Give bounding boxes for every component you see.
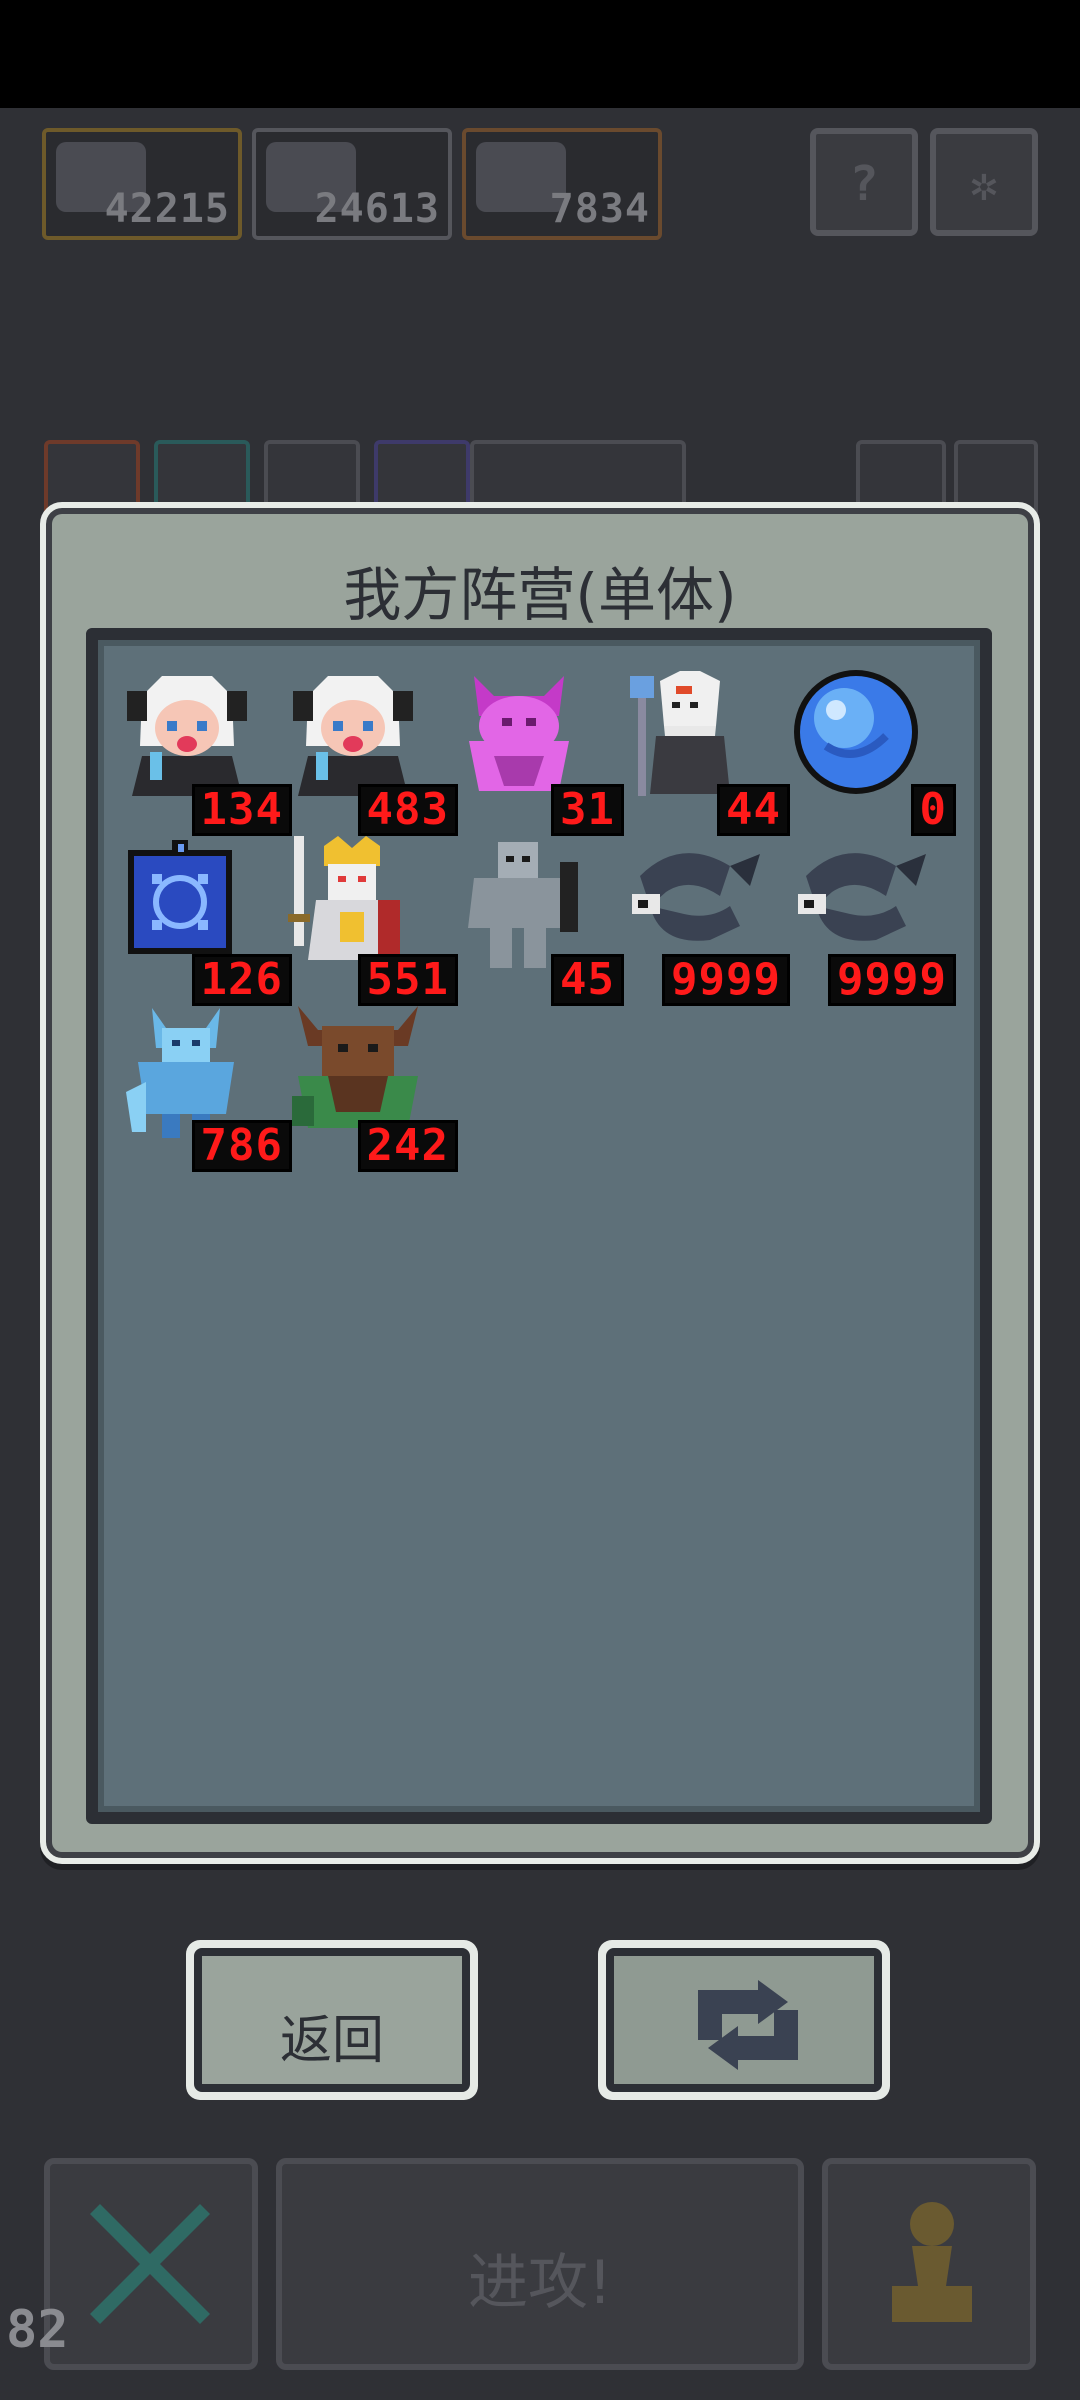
unit-count: 9999 [662,954,790,1006]
unit-card[interactable]: 126 [122,836,292,1006]
unit-card[interactable]: 786 [122,1002,292,1172]
close-icon [90,2204,210,2324]
unit-count: 551 [357,954,458,1006]
resource-chip-2: 24613 [252,128,452,240]
attack-label: 进攻! [467,2248,613,2318]
unit-count: 786 [191,1120,292,1172]
game-screen: 42215 24613 7834 ? ✲ 我方阵营(单体) 134 483 31… [0,0,1080,2400]
unit-card[interactable]: 44 [620,666,790,836]
dark-serpent-icon [632,853,760,941]
dark-serpent-icon [798,853,926,941]
unit-count: 45 [551,954,624,1006]
unit-count: 242 [357,1120,458,1172]
resource-value: 42215 [104,186,230,232]
fps-counter: 82 [6,2300,69,2360]
unit-count: 44 [717,784,790,836]
modal-title: 我方阵营(单体) [343,561,737,629]
unit-count: 483 [357,784,458,836]
unit-count: 0 [910,784,956,836]
unit-count: 134 [191,784,292,836]
unit-card[interactable]: 31 [454,666,624,836]
purple-demon-icon [469,676,569,791]
unit-card[interactable]: 9999 [786,836,956,1006]
back-button-label: 返回 [279,2011,384,2071]
resource-value: 24613 [314,186,440,232]
resource-value: 7834 [549,186,650,232]
swap-button[interactable] [598,1940,890,2100]
unit-card[interactable]: 134 [122,666,292,836]
unit-grid: 134 483 31 44 0 126 551 45 9999 9999 786… [86,628,992,1824]
unit-card[interactable]: 9999 [620,836,790,1006]
team-modal: 我方阵营(单体) 134 483 31 44 0 126 551 45 9999… [40,502,1040,1864]
settings-button[interactable]: ✲ [930,128,1038,236]
status-bar [0,0,1080,108]
resource-chip-1: 42215 [42,128,242,240]
back-button[interactable]: 返回 [186,1940,478,2100]
unit-card[interactable]: 242 [288,1002,458,1172]
white-haired-girl-icon [293,676,413,796]
blue-banner-icon [128,840,232,954]
refresh-icon [698,1980,798,2070]
unit-count: 126 [191,954,292,1006]
unit-count: 31 [551,784,624,836]
unit-card[interactable]: 551 [288,836,458,1006]
white-mask-mage-icon [630,671,730,796]
help-button[interactable]: ? [810,128,918,236]
blue-orb-icon [794,670,918,794]
attack-button[interactable]: 进攻! [276,2158,804,2370]
unit-count: 9999 [828,954,956,1006]
gear-icon: ✲ [969,156,999,212]
unit-card[interactable]: 0 [786,666,956,836]
pawn-icon [892,2202,972,2322]
white-haired-girl-icon [127,676,247,796]
unit-card[interactable]: 45 [454,836,624,1006]
cancel-box[interactable] [44,2158,258,2370]
unit-card[interactable]: 483 [288,666,458,836]
resource-chip-3: 7834 [462,128,662,240]
help-icon: ? [849,156,879,212]
pawn-box[interactable] [822,2158,1036,2370]
